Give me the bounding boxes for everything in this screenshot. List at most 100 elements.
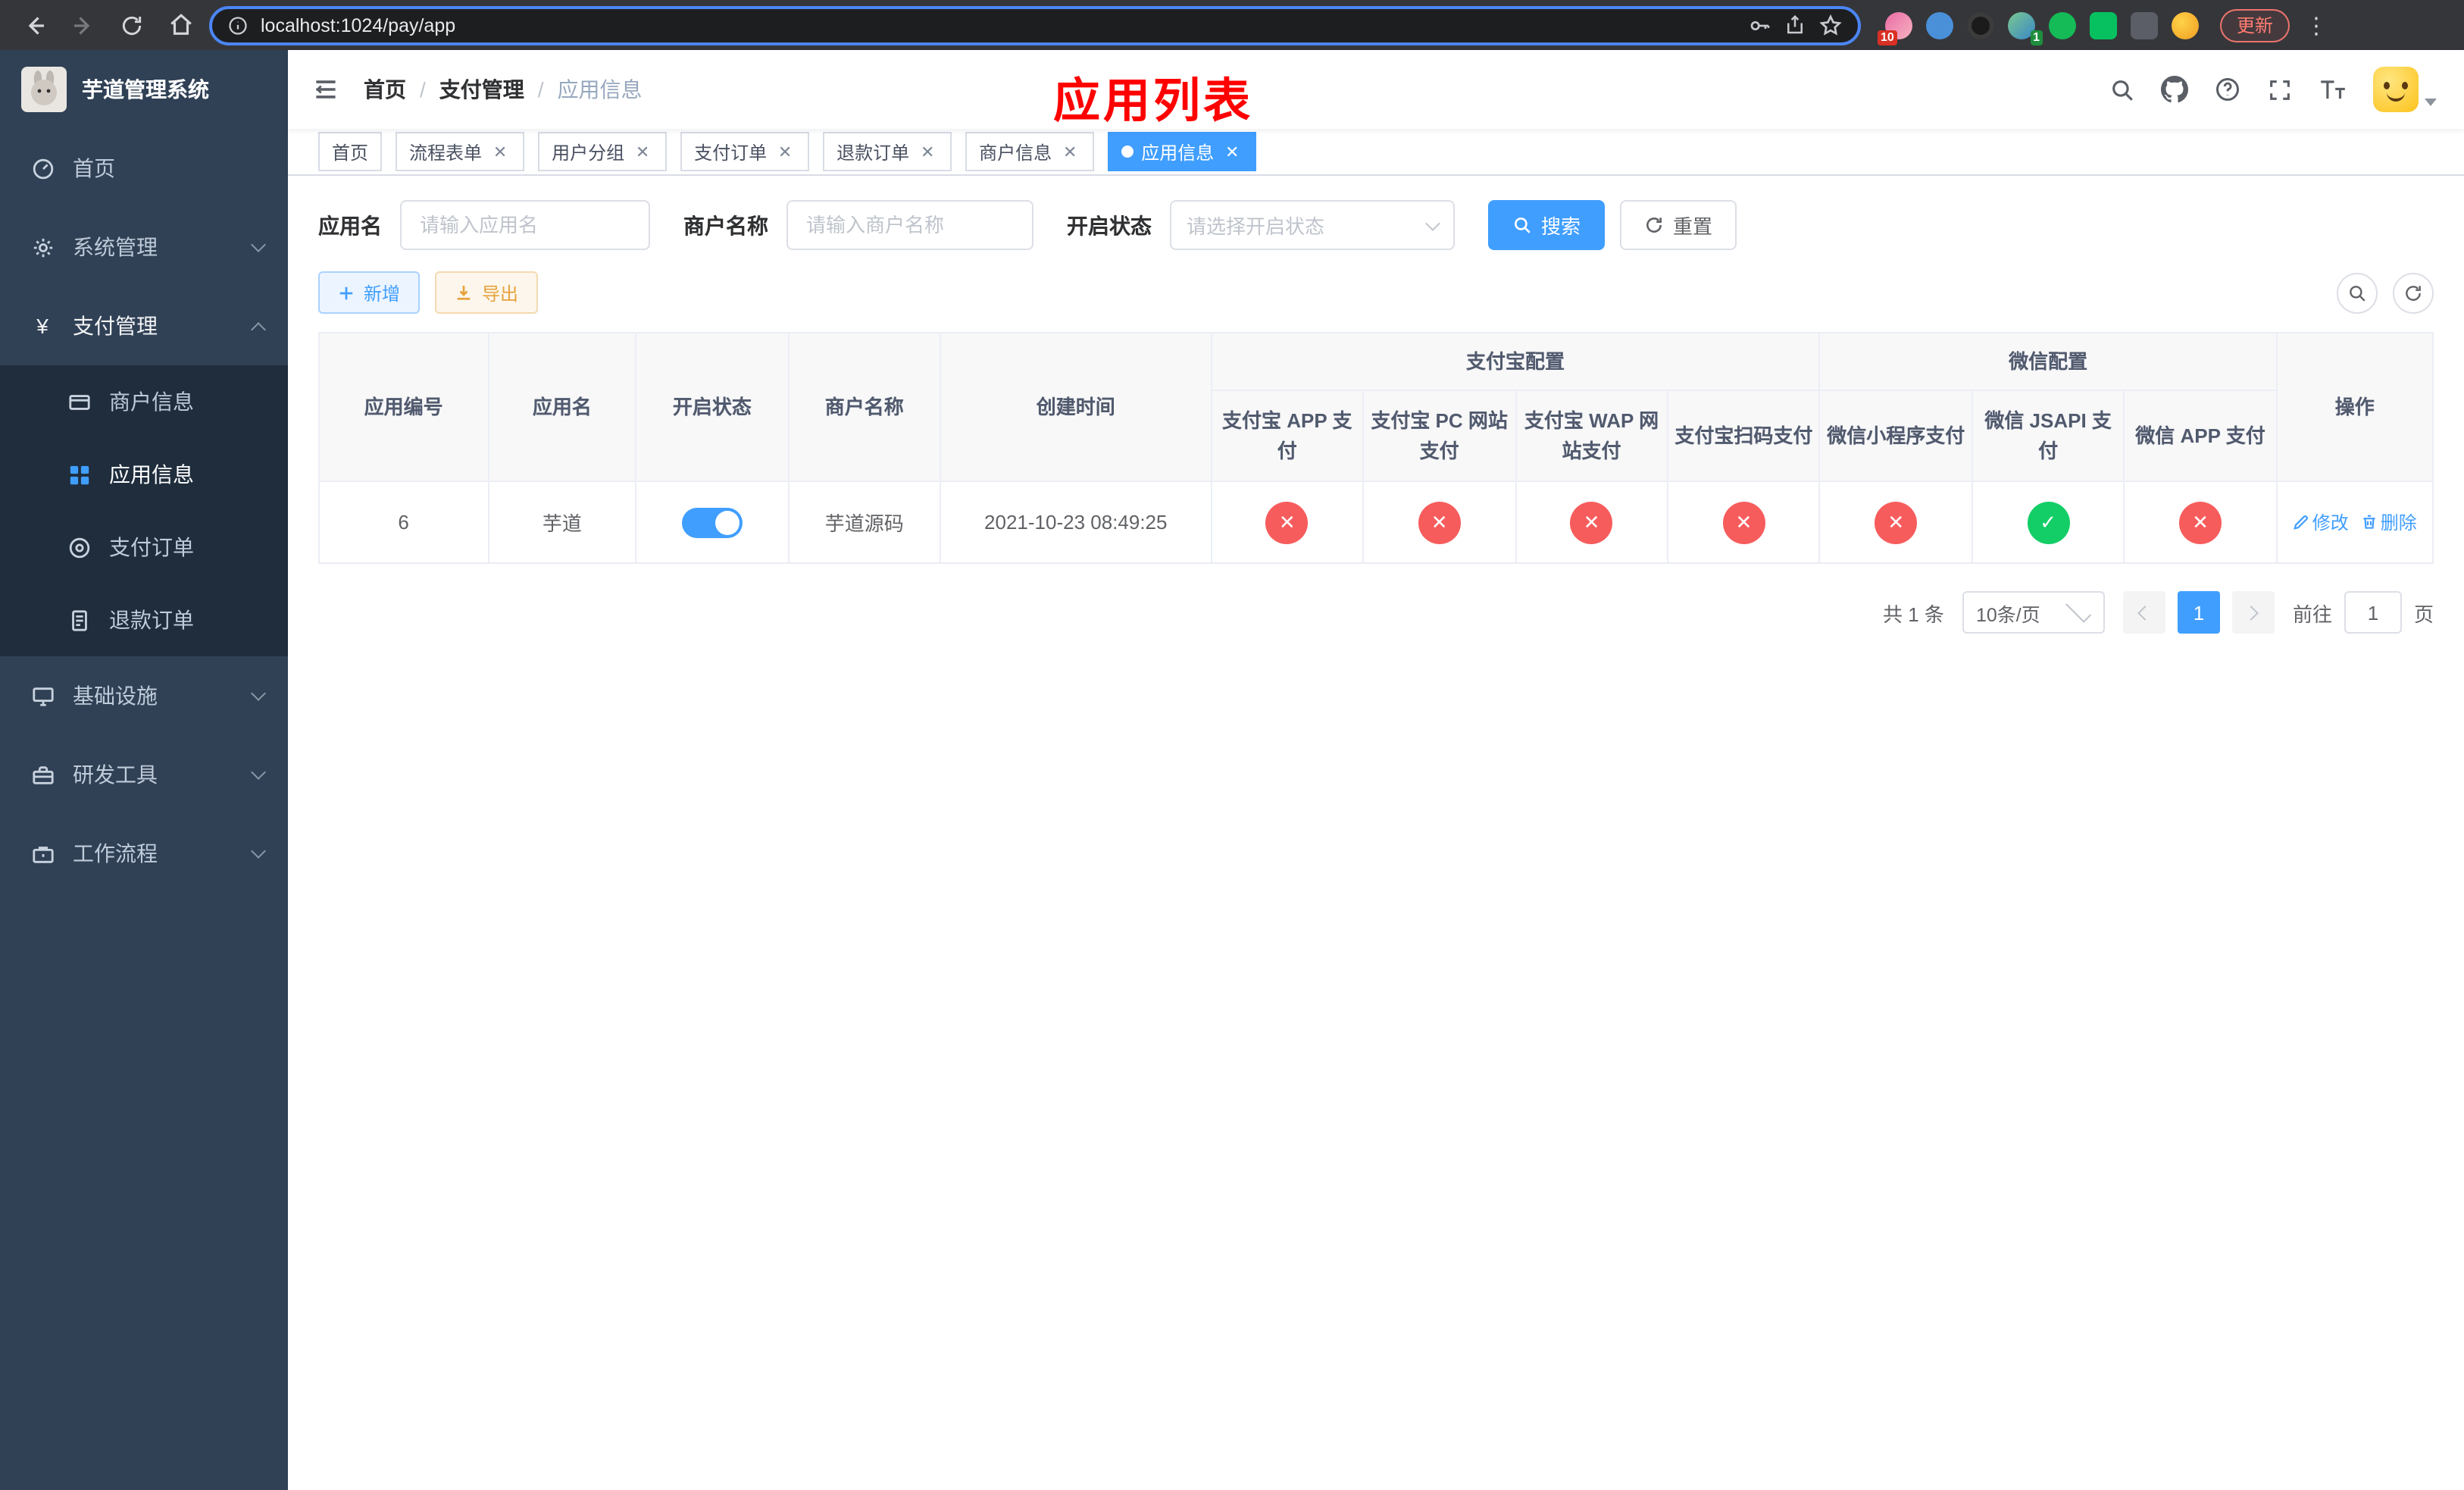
sidebar-item-home[interactable]: 首页 — [0, 129, 288, 208]
browser-back-icon[interactable] — [15, 5, 55, 45]
dashboard-icon — [30, 157, 55, 180]
goto-suffix: 页 — [2413, 603, 2434, 625]
add-button[interactable]: 新增 — [318, 271, 421, 314]
site-info-icon[interactable] — [227, 14, 249, 36]
url-text[interactable]: localhost:1024/pay/app — [261, 14, 1735, 36]
refresh-table-icon[interactable] — [2393, 272, 2434, 313]
tags-view: 首页 流程表单 ✕ 用户分组 ✕ 支付订单 ✕ 退款订单 ✕ 商户信息 ✕ 应用… — [288, 129, 2464, 176]
extension-face-icon[interactable] — [2172, 11, 2199, 39]
sidebar-item-merchant-info[interactable]: 商户信息 — [0, 365, 288, 438]
bookmark-star-icon[interactable] — [1818, 13, 1843, 37]
extension-puzzle-icon[interactable] — [2131, 11, 2158, 39]
close-icon[interactable]: ✕ — [489, 141, 511, 162]
close-icon[interactable]: ✕ — [1059, 141, 1080, 162]
breadcrumb-payment[interactable]: 支付管理 — [439, 74, 524, 105]
extension-dark-icon[interactable] — [1967, 11, 1994, 39]
page-number-button[interactable]: 1 — [2177, 591, 2220, 634]
sidebar-item-payment[interactable]: ¥ 支付管理 — [0, 286, 288, 365]
yen-icon: ¥ — [36, 314, 48, 338]
browser-toolbar: localhost:1024/pay/app 10 1 更新 ⋮ — [0, 0, 2464, 50]
browser-forward-icon[interactable] — [64, 5, 103, 45]
status-toggle[interactable] — [681, 507, 743, 537]
order-icon — [67, 536, 91, 559]
alipay-wap-status-icon: ✕ — [1570, 501, 1613, 543]
status-select[interactable]: 请选择开启状态 — [1170, 200, 1455, 250]
col-header-merchant: 商户名称 — [787, 332, 942, 482]
share-icon[interactable] — [1784, 14, 1806, 36]
tab-app-info[interactable]: 应用信息 ✕ — [1108, 132, 1257, 171]
reset-button[interactable]: 重置 — [1620, 200, 1737, 250]
app-name-label: 应用名 — [318, 213, 382, 237]
col-header-alipay-qr: 支付宝扫码支付 — [1666, 390, 1821, 482]
filter-form: 应用名 商户名称 开启状态 请选择开启状态 — [318, 200, 2434, 250]
extension-drop-icon[interactable] — [1926, 11, 1953, 39]
sidebar-item-refund-order[interactable]: 退款订单 — [0, 584, 288, 656]
merchant-name-label: 商户名称 — [683, 213, 768, 237]
sidebar-logo[interactable]: 芋道管理系统 — [0, 50, 288, 129]
credit-card-icon — [67, 390, 91, 413]
sidebar-item-pay-order[interactable]: 支付订单 — [0, 511, 288, 584]
extension-profile-icon[interactable]: 1 — [2008, 11, 2043, 45]
alipay-app-status-icon: ✕ — [1265, 501, 1309, 543]
search-icon[interactable] — [2109, 77, 2135, 102]
close-icon[interactable]: ✕ — [1221, 141, 1243, 162]
help-icon[interactable] — [2214, 76, 2241, 103]
goto-prefix: 前往 — [2292, 603, 2332, 625]
chevron-down-icon — [1425, 215, 1440, 230]
delete-link[interactable]: 删除 — [2361, 509, 2417, 535]
col-header-wx-mini: 微信小程序支付 — [1818, 390, 1973, 482]
col-header-alipay-pc: 支付宝 PC 网站支付 — [1362, 390, 1517, 482]
close-icon[interactable]: ✕ — [774, 141, 796, 162]
screen: localhost:1024/pay/app 10 1 更新 ⋮ 芋道管理系统 … — [0, 0, 2464, 1490]
top-navbar: 首页 / 支付管理 / 应用信息 应用列表 — [288, 50, 2464, 129]
edit-link[interactable]: 修改 — [2293, 509, 2349, 535]
github-icon[interactable] — [2161, 76, 2188, 103]
sidebar: 芋道管理系统 首页 系统管理 ¥ 支付管理 商户信息 应用信息 支付订单 退款订… — [0, 50, 288, 1490]
chrome-update-button[interactable]: 更新 — [2220, 8, 2290, 42]
next-page-button[interactable] — [2231, 591, 2275, 634]
sidebar-item-app-info[interactable]: 应用信息 — [0, 438, 288, 511]
browser-menu-icon[interactable]: ⋮ — [2305, 11, 2328, 39]
cell-status — [635, 480, 790, 564]
sidebar-item-system[interactable]: 系统管理 — [0, 208, 288, 286]
tab-refund-order[interactable]: 退款订单 ✕ — [823, 132, 952, 171]
extension-chat-icon[interactable] — [2090, 11, 2117, 39]
breadcrumb-home[interactable]: 首页 — [364, 74, 406, 105]
extension-green-circle-icon[interactable] — [2049, 11, 2076, 39]
extension-badge: 1 — [2030, 30, 2043, 45]
sidebar-item-workflow[interactable]: 工作流程 — [0, 814, 288, 893]
close-icon[interactable]: ✕ — [632, 141, 653, 162]
cell-app-name: 芋道 — [487, 480, 637, 564]
tab-pay-order[interactable]: 支付订单 ✕ — [680, 132, 810, 171]
url-bar[interactable]: localhost:1024/pay/app — [209, 5, 1861, 45]
tab-user-group[interactable]: 用户分组 ✕ — [538, 132, 668, 171]
merchant-name-input[interactable] — [786, 200, 1033, 250]
prev-page-button[interactable] — [2122, 591, 2165, 634]
chevron-down-icon — [251, 765, 266, 780]
close-icon[interactable]: ✕ — [917, 141, 938, 162]
tab-process-form[interactable]: 流程表单 ✕ — [396, 132, 525, 171]
browser-home-icon[interactable] — [161, 5, 200, 45]
font-size-icon[interactable] — [2319, 77, 2347, 102]
search-button[interactable]: 搜索 — [1488, 200, 1606, 250]
sidebar-item-infra[interactable]: 基础设施 — [0, 656, 288, 735]
tab-home[interactable]: 首页 — [318, 132, 383, 171]
goto-page-input[interactable] — [2344, 591, 2402, 634]
fullscreen-icon[interactable] — [2267, 77, 2293, 102]
app-name-input[interactable] — [400, 200, 650, 250]
user-avatar[interactable] — [2373, 67, 2419, 112]
extension-pin-icon[interactable]: 10 — [1878, 11, 1912, 45]
toolbox-icon — [30, 763, 55, 786]
col-header-wx-app: 微信 APP 支付 — [2123, 390, 2278, 482]
show-search-toggle-icon[interactable] — [2337, 272, 2378, 313]
user-menu[interactable] — [2373, 67, 2437, 112]
password-key-icon[interactable] — [1747, 13, 1771, 37]
browser-reload-icon[interactable] — [112, 5, 152, 45]
sidebar-item-dev-tools[interactable]: 研发工具 — [0, 735, 288, 814]
page-size-select[interactable]: 10条/页 — [1962, 591, 2105, 634]
total-count: 共 1 条 — [1883, 603, 1944, 625]
export-button[interactable]: 导出 — [435, 271, 539, 314]
tab-merchant-info[interactable]: 商户信息 ✕ — [965, 132, 1095, 171]
sidebar-toggle-icon[interactable] — [312, 76, 339, 103]
col-header-status: 开启状态 — [635, 332, 790, 482]
